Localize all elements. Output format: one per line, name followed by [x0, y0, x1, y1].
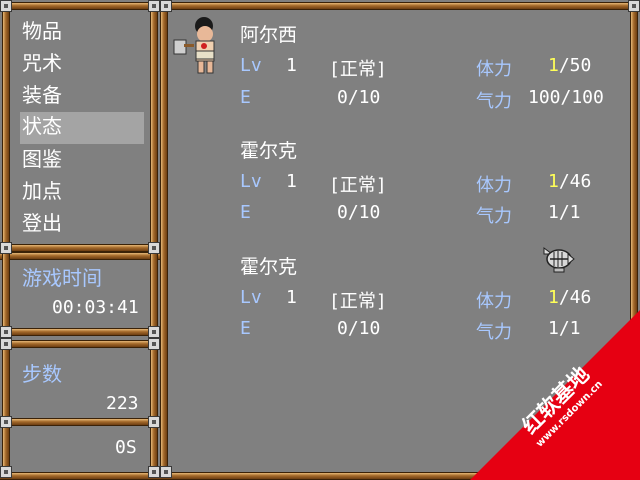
hp-current: 1 — [548, 55, 559, 76]
lv-label: Lv — [240, 55, 262, 76]
frame-corner — [0, 326, 12, 338]
frame-corner — [148, 326, 160, 338]
mp-label: 气力 — [476, 206, 512, 227]
e-label: E — [240, 318, 251, 339]
e-value: 0/10 — [337, 87, 381, 108]
lv-label: Lv — [240, 171, 262, 192]
frame-corner — [0, 416, 12, 428]
main-frame-left — [160, 2, 168, 480]
mp-value: 100/100 — [528, 87, 604, 108]
menu-item-add-points[interactable]: 加点 — [20, 177, 144, 209]
frame-corner — [0, 0, 12, 12]
frame-corner — [148, 338, 160, 350]
hp-value: 1/50 — [548, 55, 591, 76]
lv-value: 1 — [286, 287, 297, 308]
frame-corner — [0, 338, 12, 350]
time-frame-left — [2, 252, 10, 336]
menu-frame-left — [2, 2, 10, 254]
steps-frame-mid — [0, 418, 160, 426]
fish-bone-icon — [540, 242, 576, 276]
time-frame-top — [0, 252, 160, 260]
site-watermark: 红软基地 www.rsdown.cn — [470, 310, 640, 480]
e-value: 0/10 — [337, 318, 381, 339]
frame-corner — [148, 242, 160, 254]
menu-item-logout[interactable]: 登出 — [20, 209, 144, 241]
hp-label: 体力 — [476, 175, 512, 196]
hp-value: 1/46 — [548, 287, 591, 308]
status-value: [正常] — [329, 59, 387, 80]
time-frame-right — [150, 252, 158, 336]
steps-frame-bottom — [0, 472, 160, 480]
hp-max: /50 — [558, 55, 592, 76]
hp-max: /46 — [558, 287, 592, 308]
hp-current: 1 — [548, 171, 559, 192]
member-name: 阿尔西 — [240, 24, 298, 46]
frame-corner — [148, 0, 160, 12]
time-frame-bottom — [0, 328, 160, 336]
lv-label: Lv — [240, 287, 262, 308]
frame-corner — [160, 466, 172, 478]
play-time-label: 游戏时间 — [22, 266, 102, 290]
play-time-value: 00:03:41 — [52, 297, 139, 318]
e-label: E — [240, 202, 251, 223]
lv-value: 1 — [286, 171, 297, 192]
member-name: 霍尔克 — [240, 256, 298, 278]
money-value: 0S — [115, 437, 137, 458]
hp-current: 1 — [548, 287, 559, 308]
lv-value: 1 — [286, 55, 297, 76]
status-value: [正常] — [329, 175, 387, 196]
frame-corner — [160, 0, 172, 12]
steps-label: 步数 — [22, 362, 62, 386]
hp-max: /46 — [558, 171, 592, 192]
status-value: [正常] — [329, 291, 387, 312]
hp-label: 体力 — [476, 59, 512, 80]
steps-frame-top — [0, 340, 160, 348]
caveman-axe-icon — [172, 14, 228, 78]
menu-item-equipment[interactable]: 装备 — [20, 81, 144, 113]
menu-item-spells[interactable]: 咒术 — [20, 49, 144, 81]
frame-corner — [148, 466, 160, 478]
steps-value: 223 — [106, 393, 139, 414]
menu-frame-right — [150, 2, 158, 254]
menu-frame-top — [0, 2, 160, 10]
mp-value: 1/1 — [548, 202, 581, 223]
steps-frame-right — [150, 340, 158, 480]
steps-frame-left — [2, 340, 10, 480]
menu-item-status[interactable]: 状态 — [20, 112, 144, 144]
hp-value: 1/46 — [548, 171, 591, 192]
menu-item-items[interactable]: 物品 — [20, 17, 144, 49]
frame-corner — [628, 0, 640, 12]
main-frame-top — [158, 2, 640, 10]
e-label: E — [240, 87, 251, 108]
frame-corner — [0, 466, 12, 478]
frame-corner — [0, 242, 12, 254]
e-value: 0/10 — [337, 202, 381, 223]
menu-item-bestiary[interactable]: 图鉴 — [20, 145, 144, 177]
menu-frame-bottom — [0, 244, 160, 252]
mp-label: 气力 — [476, 91, 512, 112]
frame-corner — [148, 416, 160, 428]
member-name: 霍尔克 — [240, 140, 298, 162]
